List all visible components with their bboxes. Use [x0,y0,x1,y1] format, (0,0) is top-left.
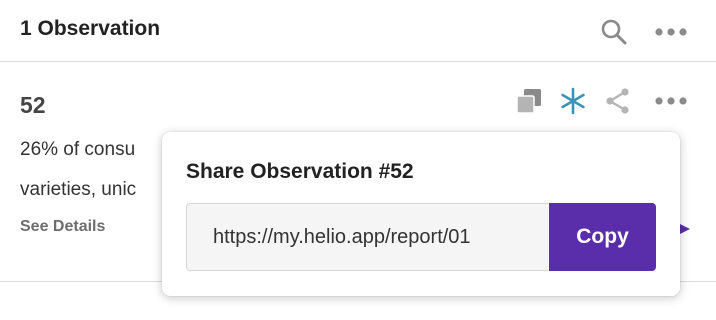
copy-button[interactable]: Copy [549,203,656,271]
asterisk-icon[interactable] [559,86,587,116]
observations-header: 1 Observation [0,0,716,62]
caret-right-icon[interactable] [678,222,692,236]
popover-title: Share Observation #52 [186,160,414,183]
see-details-link[interactable]: See Details [20,218,105,236]
share-url-field[interactable] [186,203,548,271]
observation-number: 52 [20,92,46,118]
observations-count-title: 1 Observation [20,17,161,40]
share-observation-popover: Share Observation #52 Copy [162,132,680,296]
share-icon[interactable] [604,86,632,116]
header-more-icon[interactable] [651,20,691,44]
copy-icon[interactable] [515,87,543,115]
search-icon[interactable] [600,18,628,46]
page: 1 Observation 52 26% of consu varieties,… [0,0,716,320]
observation-more-icon[interactable] [651,89,691,113]
